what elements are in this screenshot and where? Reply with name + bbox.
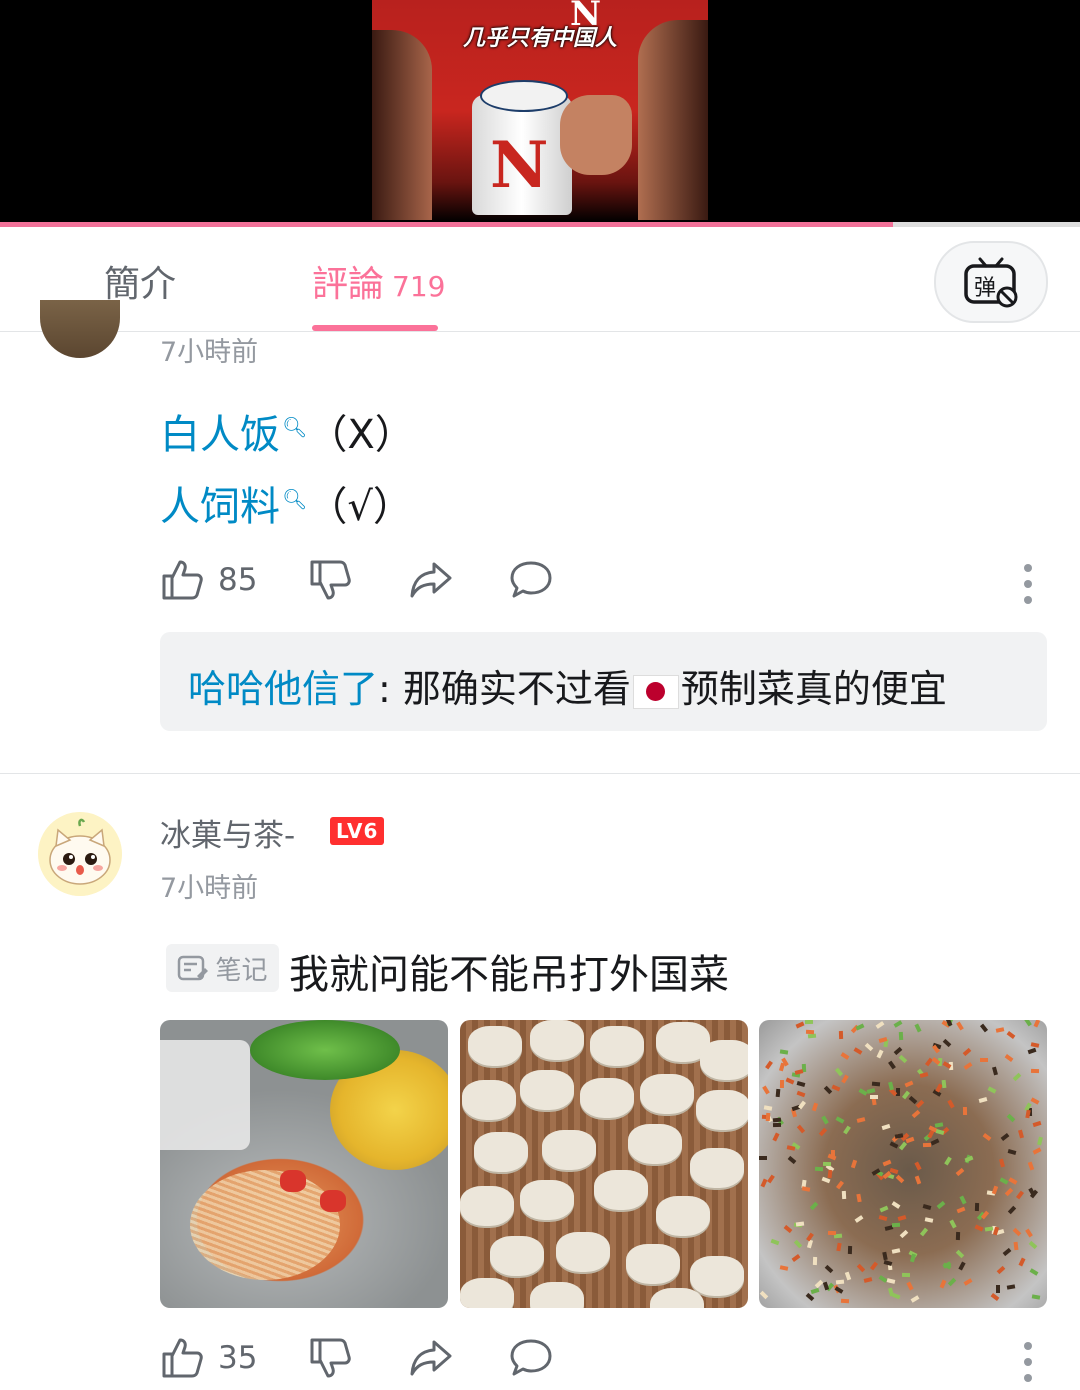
share-icon [410, 1340, 452, 1376]
tab-comments[interactable]: 評論 719 [312, 255, 445, 307]
share-icon [410, 562, 452, 598]
keyword-link[interactable]: 白人饭 [160, 412, 280, 458]
more-options-icon[interactable] [1024, 564, 1034, 612]
comment-bubble-icon [510, 561, 552, 598]
keyword-link[interactable]: 人饲料 [160, 484, 280, 530]
comment-actions: 35 [0, 1336, 1080, 1386]
comment-text: （X） [307, 412, 415, 458]
comment-time: 7小時前 [160, 873, 259, 904]
share-button[interactable] [408, 558, 454, 602]
video-frame: N 几乎只有中国人 N [372, 0, 708, 222]
comment-time: 7小時前 [160, 337, 259, 368]
hand [560, 95, 632, 175]
thumbs-up-icon [162, 1338, 203, 1378]
tab-comments-label: 評論 [312, 264, 385, 305]
avatar[interactable] [38, 812, 122, 896]
note-badge-label: 笔记 [215, 955, 268, 986]
thumbs-up-icon [162, 560, 203, 600]
note-icon [178, 955, 209, 981]
reply-text: 预制菜真的便宜 [680, 667, 947, 711]
reply-button[interactable] [508, 1336, 554, 1380]
username[interactable]: 冰菓与茶- [160, 810, 295, 855]
reply-button[interactable] [508, 558, 554, 602]
reply-text: : 那确实不过看 [378, 667, 631, 711]
danmaku-toggle-button[interactable]: 弹 [934, 241, 1048, 323]
dislike-button[interactable] [308, 558, 352, 602]
like-count: 85 [218, 562, 258, 598]
comment-image-filling[interactable] [759, 1020, 1047, 1308]
video-caption: 几乎只有中国人 [462, 26, 617, 51]
like-button[interactable]: 85 [160, 558, 257, 602]
comment-image-dumplings[interactable] [460, 1020, 748, 1308]
thumbs-down-icon [310, 1338, 351, 1378]
svg-text:弹: 弹 [974, 276, 996, 301]
japan-flag-icon [632, 674, 679, 709]
more-options-icon[interactable] [1024, 1342, 1034, 1390]
thumbs-down-icon [310, 560, 351, 600]
avatar[interactable] [40, 300, 120, 358]
comment-count: 719 [392, 270, 446, 303]
tab-active-indicator [312, 325, 438, 331]
reply-preview[interactable]: 哈哈他信了: 那确实不过看 预制菜真的便宜 [160, 632, 1047, 731]
comment-text: （√） [307, 484, 413, 530]
danmaku-off-icon: 弹 [964, 257, 1018, 308]
mug-logo: N [490, 128, 549, 203]
comment-divider [0, 773, 1080, 774]
person-arm [372, 30, 432, 220]
cat-avatar-icon [38, 812, 122, 896]
comment-text: 我就问能不能吊打外国菜 [289, 952, 729, 998]
search-icon[interactable]: 🔍︎ [282, 415, 307, 439]
like-button[interactable]: 35 [160, 1336, 257, 1380]
comment-line: 白人饭 🔍︎（X） [160, 402, 415, 460]
comment-image-noodles[interactable] [160, 1020, 448, 1308]
reply-username[interactable]: 哈哈他信了 [188, 667, 378, 711]
comment-line: 人饲料 🔍︎（√） [160, 474, 413, 532]
dislike-button[interactable] [308, 1336, 352, 1380]
video-player[interactable]: N 几乎只有中国人 N [0, 0, 1080, 222]
note-badge[interactable]: 笔记 [166, 944, 279, 992]
search-icon[interactable]: 🔍︎ [282, 487, 307, 511]
comment-actions: 85 [0, 558, 1080, 608]
mug-lid [480, 80, 568, 112]
tab-bar: 簡介 評論 719 弹 [0, 227, 1080, 332]
reply-preview-text: 哈哈他信了: 那确实不过看 预制菜真的便宜 [188, 658, 947, 713]
comment-bubble-icon [510, 1339, 552, 1376]
level-badge: LV6 [330, 817, 385, 845]
like-count: 35 [218, 1340, 258, 1376]
tab-intro-label: 簡介 [104, 264, 177, 305]
share-button[interactable] [408, 1336, 454, 1380]
